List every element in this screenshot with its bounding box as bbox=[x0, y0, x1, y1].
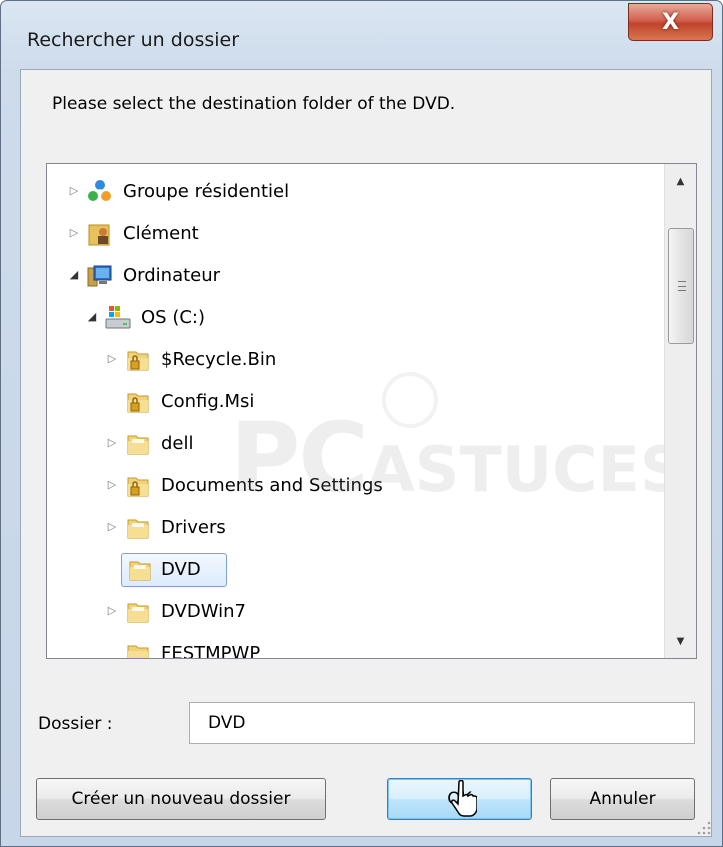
folder-name-input[interactable] bbox=[189, 702, 695, 744]
tree-item-user[interactable]: ▷ Clément bbox=[47, 216, 663, 252]
tree-item-label: Clément bbox=[123, 223, 199, 244]
new-folder-button[interactable]: Créer un nouveau dossier bbox=[36, 778, 326, 820]
folder-field-label: Dossier : bbox=[38, 714, 113, 734]
watermark-sun-icon bbox=[382, 372, 438, 428]
tree-item-computer[interactable]: ◢ Ordinateur bbox=[47, 258, 663, 294]
scrollbar-grip-icon bbox=[678, 281, 686, 291]
hand-cursor-icon bbox=[451, 780, 477, 817]
tree-item-drive[interactable]: ◢ OS (C:) bbox=[47, 300, 663, 336]
drive-icon bbox=[105, 306, 131, 329]
tree-item-folder[interactable]: FESTMPWP bbox=[47, 636, 663, 659]
tree-item-label: FESTMPWP bbox=[161, 643, 261, 659]
locked-folder-icon bbox=[127, 393, 149, 413]
scrollbar-thumb[interactable] bbox=[668, 228, 694, 344]
expand-arrow-icon[interactable]: ▷ bbox=[105, 478, 119, 491]
tree-item-label: DVD bbox=[161, 559, 201, 580]
tree-item-label: Drivers bbox=[161, 517, 226, 538]
scroll-down-icon[interactable]: ▼ bbox=[665, 624, 696, 658]
locked-folder-icon bbox=[127, 477, 149, 497]
dialog-prompt: Please select the destination folder of … bbox=[52, 94, 456, 114]
homegroup-icon bbox=[88, 180, 111, 201]
expand-arrow-icon[interactable]: ▷ bbox=[67, 184, 81, 197]
title-bar[interactable]: Rechercher un dossier X bbox=[1, 1, 722, 69]
tree-item-folder[interactable]: ▷ dell bbox=[47, 426, 663, 462]
tree-item-label: Groupe résidentiel bbox=[123, 181, 290, 202]
tree-scrollbar[interactable]: ▲ ▼ bbox=[664, 164, 696, 658]
expand-arrow-icon[interactable]: ▷ bbox=[105, 520, 119, 533]
tree-item-folder[interactable]: ▷ Drivers bbox=[47, 510, 663, 546]
folder-icon bbox=[127, 645, 149, 658]
close-button[interactable]: X bbox=[628, 3, 713, 41]
locked-folder-icon bbox=[127, 351, 149, 371]
tree-item-folder-selected[interactable]: DVD bbox=[47, 552, 663, 588]
tree-item-label: Config.Msi bbox=[161, 391, 255, 412]
scroll-up-icon[interactable]: ▲ bbox=[665, 164, 696, 198]
collapse-arrow-icon[interactable]: ◢ bbox=[67, 268, 81, 281]
cancel-button[interactable]: Annuler bbox=[550, 778, 695, 820]
tree-item-folder[interactable]: ▷ $Recycle.Bin bbox=[47, 342, 663, 378]
tree-item-label: $Recycle.Bin bbox=[161, 349, 277, 370]
folder-icon bbox=[127, 519, 149, 539]
tree-item-label: OS (C:) bbox=[141, 307, 205, 328]
tree-item-folder[interactable]: ▷ DVDWin7 bbox=[47, 594, 663, 630]
window-title: Rechercher un dossier bbox=[27, 29, 240, 51]
expand-arrow-icon[interactable]: ▷ bbox=[105, 604, 119, 617]
tree-item-label: Documents and Settings bbox=[161, 475, 383, 496]
computer-icon bbox=[87, 265, 112, 287]
expand-arrow-icon[interactable]: ▷ bbox=[105, 352, 119, 365]
resize-grip-icon[interactable] bbox=[694, 818, 712, 836]
folder-icon bbox=[127, 435, 149, 455]
tree-item-label: dell bbox=[161, 433, 194, 454]
collapse-arrow-icon[interactable]: ◢ bbox=[85, 310, 99, 323]
expand-arrow-icon[interactable]: ▷ bbox=[105, 436, 119, 449]
folder-tree[interactable]: ▷ Groupe résidentiel ▷ Clément ◢ Ordinat… bbox=[46, 163, 697, 659]
close-icon: X bbox=[662, 9, 679, 35]
user-folder-icon bbox=[88, 224, 110, 246]
tree-item-folder[interactable]: Config.Msi bbox=[47, 384, 663, 420]
expand-arrow-icon[interactable]: ▷ bbox=[67, 226, 81, 239]
tree-item-folder[interactable]: ▷ Documents and Settings bbox=[47, 468, 663, 504]
tree-item-homegroup[interactable]: ▷ Groupe résidentiel bbox=[47, 174, 663, 210]
folder-icon bbox=[129, 561, 151, 581]
folder-icon bbox=[127, 603, 149, 623]
tree-item-label: Ordinateur bbox=[123, 265, 221, 286]
tree-item-label: DVDWin7 bbox=[161, 601, 246, 622]
